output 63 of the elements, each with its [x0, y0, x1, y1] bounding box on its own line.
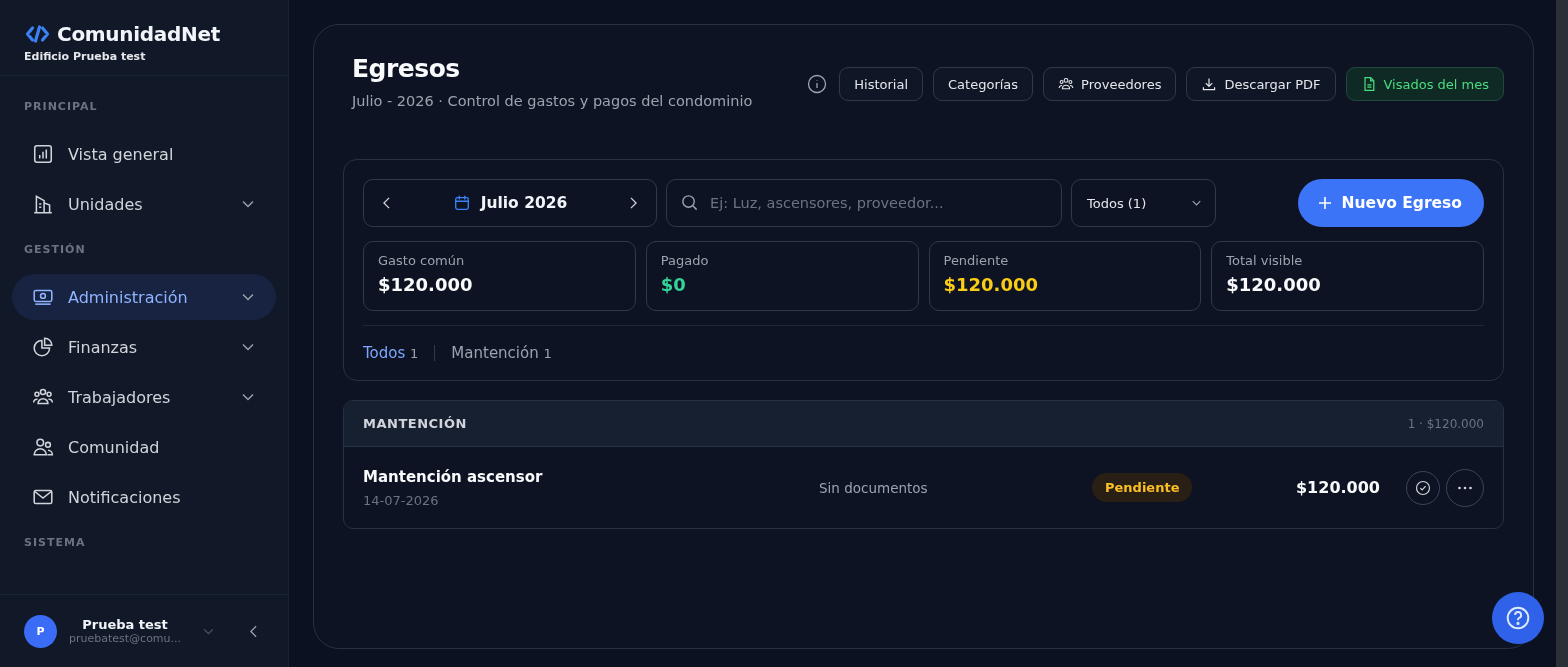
- section-heading: GESTIÓN: [23, 242, 87, 258]
- toolbar-button[interactable]: Proveedores: [1043, 67, 1177, 101]
- nav-item[interactable]: Trabajadores: [12, 374, 276, 420]
- search-field[interactable]: Ej: Luz, ascensores, proveedor...: [666, 179, 1062, 227]
- group-summary: 1 · $120.000: [1407, 416, 1484, 431]
- section-heading: PRINCIPAL: [23, 99, 99, 115]
- people-icon: [1058, 76, 1075, 92]
- scrollbar[interactable]: [1556, 0, 1568, 667]
- plus-icon: [1317, 196, 1332, 210]
- documents-status: Sin documentos: [819, 479, 929, 496]
- user-avatar: P: [24, 614, 57, 648]
- page-subtitle: Julio - 2026 · Control de gastos y pagos del condominio: [352, 93, 753, 109]
- user-name: Prueba test: [82, 617, 168, 632]
- user-email: pruebatest@comu...: [69, 632, 182, 645]
- expense-amount: $120.000: [1295, 478, 1380, 497]
- expense-name: Mantención ascensor: [363, 467, 543, 486]
- month-label: Julio 2026: [480, 194, 568, 212]
- stat-label: Pendiente: [943, 253, 1009, 268]
- nav-item[interactable]: Vista general: [12, 131, 276, 177]
- download-icon: [1201, 76, 1218, 92]
- stat-label: Pagado: [660, 253, 709, 268]
- category-dropdown[interactable]: Todos (1): [1071, 179, 1216, 227]
- toolbar-button[interactable]: Descargar PDF: [1186, 67, 1336, 101]
- status-badge: Pendiente: [1092, 473, 1193, 502]
- stat-label: Gasto común: [378, 253, 465, 268]
- users-icon: [32, 436, 54, 458]
- stat-value: $120.000: [943, 274, 1038, 295]
- toolbar-button[interactable]: Historial: [839, 67, 924, 101]
- page-title: Egresos: [352, 54, 461, 83]
- logo-icon: [24, 24, 51, 44]
- help-icon: [1505, 605, 1531, 631]
- new-expense-button[interactable]: Nuevo Egreso: [1297, 179, 1484, 227]
- pie-chart-icon: [32, 336, 54, 358]
- nav-item[interactable]: Finanzas: [12, 324, 276, 370]
- brand-name: ComunidadNet: [57, 22, 220, 46]
- collapse-sidebar-icon[interactable]: [250, 624, 258, 638]
- chevron-down-icon: [1192, 200, 1201, 206]
- calendar-icon: [452, 194, 471, 212]
- search-icon: [680, 193, 699, 212]
- check-circle-icon: [1415, 479, 1431, 496]
- stat-value: $120.000: [1226, 274, 1321, 295]
- nav-item[interactable]: Administración: [12, 274, 276, 320]
- toolbar-button[interactable]: Categorías: [933, 67, 1034, 101]
- nav-item[interactable]: Unidades: [12, 181, 276, 227]
- month-picker[interactable]: Julio 2026: [363, 179, 657, 227]
- stat-value: $0: [660, 274, 686, 295]
- nav-item[interactable]: Comunidad: [12, 424, 276, 470]
- category-tab[interactable]: Mantención 1: [451, 344, 552, 362]
- info-icon[interactable]: [807, 74, 828, 94]
- chevron-left-icon[interactable]: [383, 197, 390, 209]
- expense-date: 14-07-2026: [363, 492, 439, 508]
- group-title: MANTENCIÓN: [363, 416, 467, 431]
- bar-chart-icon: [32, 143, 54, 165]
- section-heading: SISTEMA: [23, 535, 87, 551]
- toolbar-button[interactable]: Visados del mes: [1345, 67, 1504, 101]
- nav-item[interactable]: Notificaciones: [12, 474, 276, 520]
- category-tab[interactable]: Todos 1: [363, 344, 419, 362]
- building-icon: [32, 193, 54, 215]
- chevron-right-icon[interactable]: [630, 197, 637, 209]
- more-icon: [1457, 485, 1473, 490]
- building-name: Edificio Prueba test: [24, 50, 147, 63]
- stat-value: $120.000: [378, 274, 473, 295]
- stat-label: Total visible: [1226, 253, 1303, 268]
